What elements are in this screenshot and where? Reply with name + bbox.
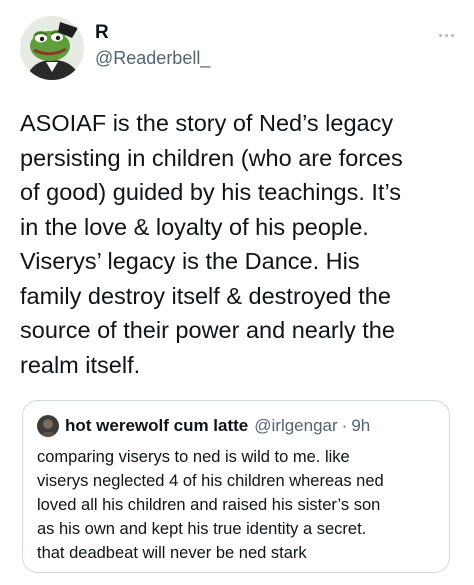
quoted-tweet-timestamp[interactable]: 9h (351, 416, 370, 436)
user-avatar-icon (37, 415, 59, 437)
tweet-text: ASOIAF is the story of Ned’s legacy pers… (20, 110, 403, 378)
more-options-icon-dot (450, 33, 454, 37)
quoted-tweet-header: hot werewolf cum latte @irlgengar · 9h (37, 415, 370, 437)
quoted-tweet-card[interactable]: hot werewolf cum latte @irlgengar · 9h c… (22, 400, 450, 573)
quoted-author-handle[interactable]: @irlgengar (254, 416, 337, 436)
author-display-name[interactable]: R (95, 21, 109, 45)
author-handle[interactable]: @Readerbell_ (95, 47, 210, 69)
more-options-button[interactable] (432, 28, 460, 42)
separator-dot: · (341, 416, 348, 435)
author-avatar[interactable] (20, 16, 84, 80)
more-options-icon-dot (444, 33, 448, 37)
quoted-author-avatar[interactable] (37, 415, 59, 437)
quoted-tweet-text: comparing viserys to ned is wild to me. … (37, 448, 384, 562)
quoted-author-display-name[interactable]: hot werewolf cum latte (65, 416, 248, 436)
frog-avatar-icon (20, 16, 84, 80)
more-options-icon (438, 33, 442, 37)
